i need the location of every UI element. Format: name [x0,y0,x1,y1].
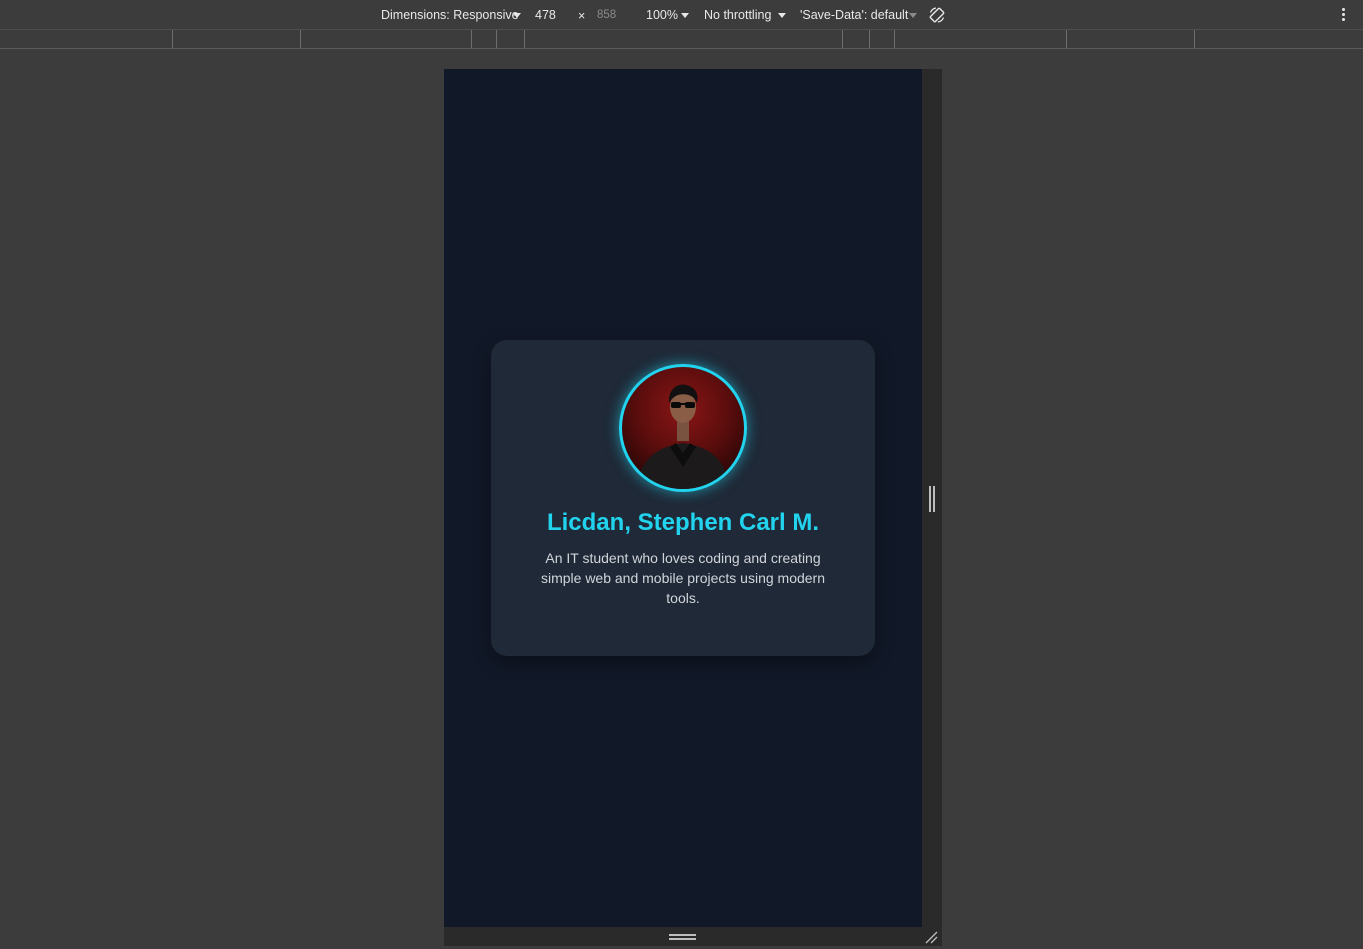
width-input[interactable]: 478 [535,8,556,23]
ruler-tick[interactable] [524,30,525,48]
dimensions-chevron-down-icon [513,13,521,18]
save-data-label: 'Save-Data': default [800,8,909,22]
save-data-chevron-down-icon [909,13,917,18]
zoom-chevron-down-icon [681,13,689,18]
profile-card: Licdan, Stephen Carl M. An IT student wh… [491,340,875,656]
more-options-icon[interactable] [1338,8,1348,24]
times-icon: × [578,9,586,23]
profile-name: Licdan, Stephen Carl M. [546,509,820,536]
media-query-ruler [0,30,1363,49]
ruler-tick[interactable] [471,30,472,48]
device-toolbar: Dimensions: Responsive 478 × 858 100% No… [0,0,1363,30]
ruler-tick[interactable] [842,30,843,48]
throttling-label: No throttling [704,8,772,22]
zoom-label: 100% [646,8,678,22]
dimensions-label: Dimensions: Responsive [381,8,519,22]
ruler-tick[interactable] [172,30,173,48]
ruler-tick[interactable] [1066,30,1067,48]
save-data-dropdown[interactable]: 'Save-Data': default [800,8,908,23]
rotate-device-icon[interactable] [928,6,946,24]
resize-handle-right[interactable] [929,486,935,512]
height-input[interactable]: 858 [597,8,616,23]
profile-photo [619,364,747,492]
resize-handle-corner-icon[interactable] [924,930,938,944]
throttling-chevron-down-icon [778,13,786,18]
ruler-tick[interactable] [869,30,870,48]
resize-handle-bottom[interactable] [669,934,696,942]
page-viewport: Licdan, Stephen Carl M. An IT student wh… [444,69,922,927]
ruler-tick[interactable] [496,30,497,48]
zoom-dropdown[interactable]: 100% [646,8,678,23]
profile-bio: An IT student who loves coding and creat… [540,550,826,606]
dimensions-dropdown[interactable]: Dimensions: Responsive [381,8,519,23]
ruler-tick[interactable] [894,30,895,48]
ruler-tick[interactable] [300,30,301,48]
throttling-dropdown[interactable]: No throttling [704,8,771,23]
ruler-tick[interactable] [1194,30,1195,48]
